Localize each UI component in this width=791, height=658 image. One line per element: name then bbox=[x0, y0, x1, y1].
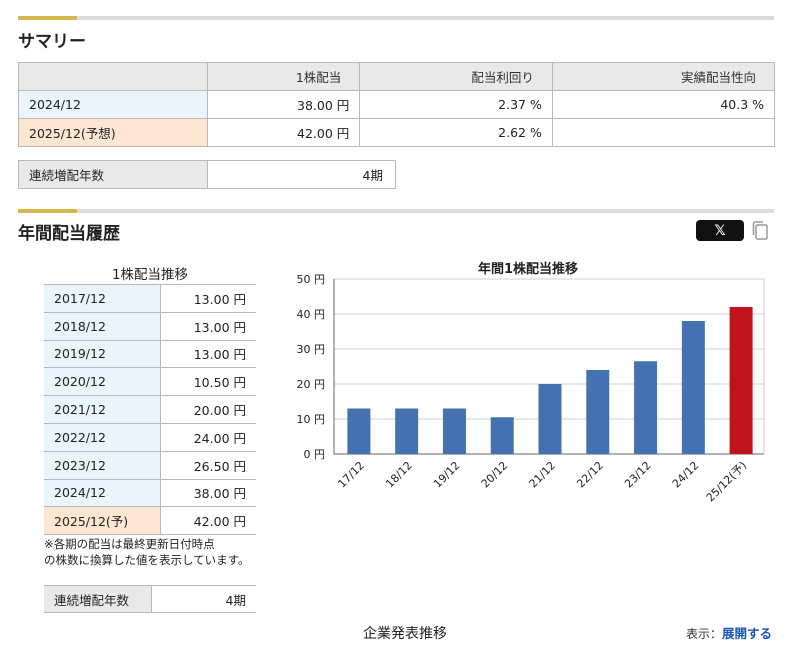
x-tick-label: 23/12 bbox=[622, 459, 654, 491]
chart-title: 年間1株配当推移 bbox=[478, 261, 578, 277]
summary-header-row: 1株配当 配当利回り 実績配当性向 bbox=[18, 62, 776, 91]
bar bbox=[586, 370, 610, 454]
bar bbox=[395, 408, 419, 454]
bar bbox=[347, 408, 371, 454]
bar bbox=[490, 417, 514, 454]
summary-title: サマリー bbox=[18, 32, 86, 52]
summary-divider bbox=[18, 16, 774, 20]
table-row: 2018/12 13.00 円 bbox=[44, 311, 256, 341]
summary-table: 1株配当 配当利回り 実績配当性向 2024/12 38.00 円 2.37 %… bbox=[18, 62, 776, 147]
history-consecutive-table: 連続増配年数 4期 bbox=[44, 585, 256, 613]
summary-payout: 40.3 % bbox=[551, 90, 776, 119]
expand-link[interactable]: 展開する bbox=[722, 626, 772, 641]
x-tick-label: 17/12 bbox=[335, 459, 367, 491]
x-tick-label: 24/12 bbox=[670, 459, 702, 491]
history-value: 26.50 円 bbox=[160, 450, 256, 480]
summary-yield: 2.37 % bbox=[359, 90, 553, 119]
table-row: 2025/12(予) 42.00 円 bbox=[44, 506, 256, 536]
table-row: 2021/12 20.00 円 bbox=[44, 395, 256, 424]
summary-payout bbox=[551, 118, 776, 147]
dividend-bar-chart: 年間1株配当推移 0 円 10 円 20 円 30 円 40 円 50 円 17/12 18… bbox=[297, 261, 765, 504]
x-tick-label: 22/12 bbox=[574, 459, 606, 491]
y-tick-label: 30 円 bbox=[297, 343, 326, 356]
history-note-line: ※各期の配当は最終更新日付時点 bbox=[44, 537, 215, 551]
history-year: 2019/12 bbox=[44, 339, 161, 369]
x-tick-label: 21/12 bbox=[527, 459, 559, 491]
x-tick-label: 20/12 bbox=[479, 459, 511, 491]
y-tick-label: 10 円 bbox=[297, 413, 326, 426]
table-row: 2020/12 10.50 円 bbox=[44, 367, 256, 397]
table-row: 2024/12 38.00 円 bbox=[44, 478, 256, 508]
summary-dividend: 38.00 円 bbox=[206, 90, 361, 119]
table-row: 2024/12 38.00 円 2.37 % 40.3 % bbox=[18, 90, 776, 119]
history-year: 2020/12 bbox=[44, 367, 161, 397]
history-year: 2022/12 bbox=[44, 422, 161, 452]
display-label: 表示： bbox=[686, 627, 723, 641]
bar bbox=[729, 307, 753, 454]
history-title: 年間配当履歴 bbox=[18, 224, 120, 244]
history-value: 20.00 円 bbox=[160, 395, 256, 424]
x-icon: 𝕏 bbox=[714, 222, 726, 239]
history-value: 42.00 円 bbox=[160, 506, 256, 536]
history-year: 2025/12(予) bbox=[44, 506, 161, 536]
history-year: 2023/12 bbox=[44, 450, 161, 480]
history-year: 2018/12 bbox=[44, 311, 161, 341]
x-tick-label: 19/12 bbox=[431, 459, 463, 491]
table-row: 2017/12 13.00 円 bbox=[44, 284, 256, 313]
consecutive-value: 4期 bbox=[207, 160, 396, 189]
summary-dividend: 42.00 円 bbox=[206, 118, 361, 147]
history-value: 24.00 円 bbox=[160, 422, 256, 452]
consecutive-label: 連続増配年数 bbox=[44, 585, 152, 613]
bar bbox=[442, 408, 466, 454]
table-row: 2025/12(予想) 42.00 円 2.62 % bbox=[18, 118, 776, 147]
bar bbox=[538, 384, 562, 454]
history-value: 13.00 円 bbox=[160, 284, 256, 313]
y-tick-label: 0 円 bbox=[304, 448, 326, 461]
history-year: 2017/12 bbox=[44, 284, 161, 313]
display-toggle: 表示：展開する bbox=[686, 623, 772, 642]
consecutive-label: 連続増配年数 bbox=[18, 160, 208, 189]
summary-header-dividend: 1株配当 bbox=[206, 62, 361, 91]
history-value: 38.00 円 bbox=[160, 478, 256, 508]
x-tick-label: 18/12 bbox=[383, 459, 415, 491]
copy-icon[interactable] bbox=[751, 220, 769, 241]
y-tick-label: 50 円 bbox=[297, 273, 326, 286]
y-tick-label: 20 円 bbox=[297, 378, 326, 391]
history-note: ※各期の配当は最終更新日付時点 の株数に換算した値を表示しています。 bbox=[44, 536, 250, 568]
summary-period: 2024/12 bbox=[18, 90, 208, 119]
summary-header-yield: 配当利回り bbox=[359, 62, 553, 91]
summary-yield: 2.62 % bbox=[359, 118, 553, 147]
consecutive-value: 4期 bbox=[151, 585, 256, 613]
history-note-line: の株数に換算した値を表示しています。 bbox=[44, 553, 250, 567]
summary-header-payout: 実績配当性向 bbox=[551, 62, 776, 91]
x-share-button[interactable]: 𝕏 bbox=[696, 220, 744, 241]
dividend-history-table-title: 1株配当推移 bbox=[111, 267, 189, 283]
table-row: 2023/12 26.50 円 bbox=[44, 450, 256, 480]
x-tick-label: 25/12(予) bbox=[704, 459, 749, 504]
forecast-heading: 企業発表推移 bbox=[363, 626, 447, 642]
y-tick-label: 40 円 bbox=[297, 308, 326, 321]
history-year: 2021/12 bbox=[44, 395, 161, 424]
history-value: 10.50 円 bbox=[160, 367, 256, 397]
history-value: 13.00 円 bbox=[160, 311, 256, 341]
dividend-history-table: 2017/12 13.00 円 2018/12 13.00 円 2019/12 13.… bbox=[44, 284, 256, 536]
bar bbox=[634, 361, 658, 454]
summary-header-empty bbox=[18, 62, 208, 91]
history-value: 13.00 円 bbox=[160, 339, 256, 369]
summary-consecutive-table: 連続増配年数 4期 bbox=[18, 160, 396, 189]
table-row: 2019/12 13.00 円 bbox=[44, 339, 256, 369]
bar bbox=[681, 321, 705, 454]
table-row: 2022/12 24.00 円 bbox=[44, 422, 256, 452]
summary-period: 2025/12(予想) bbox=[18, 118, 208, 147]
history-year: 2024/12 bbox=[44, 478, 161, 508]
history-divider bbox=[18, 209, 774, 213]
